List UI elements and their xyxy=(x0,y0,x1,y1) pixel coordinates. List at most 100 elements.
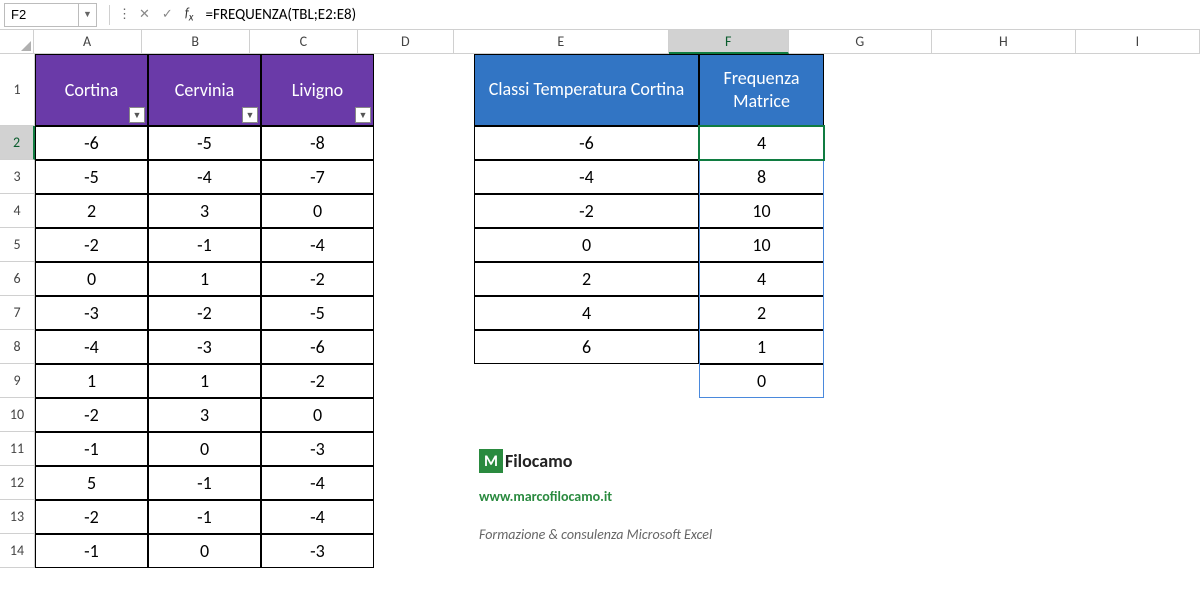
table-cell[interactable]: -2 xyxy=(261,364,374,398)
table-cell[interactable]: 0 xyxy=(148,432,261,466)
table-cell[interactable]: -5 xyxy=(35,160,148,194)
table-cell[interactable]: 5 xyxy=(35,466,148,500)
brand-url: www.marcofilocamo.it xyxy=(479,488,612,505)
row-header-2[interactable]: 2 xyxy=(0,126,35,160)
table-cell[interactable]: -2 xyxy=(474,194,699,228)
row-header-9[interactable]: 9 xyxy=(0,364,35,398)
table-cell[interactable]: -3 xyxy=(35,296,148,330)
table-cell[interactable]: 1 xyxy=(35,364,148,398)
table-cell[interactable]: 2 xyxy=(35,194,148,228)
table-cell[interactable]: 4 xyxy=(699,262,824,296)
table-cell[interactable]: 2 xyxy=(699,296,824,330)
row-header-5[interactable]: 5 xyxy=(0,228,35,262)
table-cell[interactable]: 0 xyxy=(261,398,374,432)
table-cell[interactable]: -2 xyxy=(261,262,374,296)
table-cell[interactable]: -1 xyxy=(148,228,261,262)
table-cell[interactable]: -4 xyxy=(261,228,374,262)
filter-dropdown-icon[interactable]: ▼ xyxy=(242,107,258,123)
table-cell[interactable]: -4 xyxy=(261,466,374,500)
table-cell[interactable]: 1 xyxy=(699,330,824,364)
row-header-8[interactable]: 8 xyxy=(0,330,35,364)
name-box[interactable] xyxy=(4,3,79,27)
col-header-G[interactable]: G xyxy=(789,30,933,54)
table-cell[interactable]: 0 xyxy=(699,364,824,398)
table-cell[interactable]: -2 xyxy=(35,228,148,262)
table-cell[interactable]: -2 xyxy=(35,398,148,432)
row-header-14[interactable]: 14 xyxy=(0,534,35,568)
table-cell[interactable]: 0 xyxy=(261,194,374,228)
row-header-3[interactable]: 3 xyxy=(0,160,35,194)
header-classi-temperatura[interactable]: Classi Temperatura Cortina xyxy=(474,54,699,126)
table-cell[interactable]: 1 xyxy=(148,262,261,296)
table-cell[interactable]: -6 xyxy=(35,126,148,160)
separator xyxy=(109,5,110,25)
row-header-12[interactable]: 12 xyxy=(0,466,35,500)
header-label: Cortina xyxy=(65,79,118,101)
formula-input[interactable] xyxy=(199,3,1196,27)
col-header-H[interactable]: H xyxy=(932,30,1076,54)
col-header-B[interactable]: B xyxy=(142,30,250,54)
cell-area[interactable]: Cortina ▼ Cervinia ▼ Livigno ▼ Classi Te… xyxy=(35,54,1200,568)
table-cell[interactable]: 0 xyxy=(35,262,148,296)
row-header-6[interactable]: 6 xyxy=(0,262,35,296)
cancel-icon[interactable]: ✕ xyxy=(133,7,156,22)
table-cell[interactable]: -4 xyxy=(35,330,148,364)
table-cell[interactable]: -1 xyxy=(148,466,261,500)
col-header-A[interactable]: A xyxy=(34,30,142,54)
table-cell[interactable]: -4 xyxy=(261,500,374,534)
header-frequenza-matrice[interactable]: Frequenza Matrice xyxy=(699,54,824,126)
table-cell[interactable]: 6 xyxy=(474,330,699,364)
filter-dropdown-icon[interactable]: ▼ xyxy=(355,107,371,123)
brand-logo-icon: M xyxy=(479,449,503,473)
table-cell[interactable]: -7 xyxy=(261,160,374,194)
table-cell[interactable]: 0 xyxy=(474,228,699,262)
table-cell[interactable]: 0 xyxy=(148,534,261,568)
formula-menu-icon[interactable]: ⋮ xyxy=(116,7,133,22)
row-header-1[interactable]: 1 xyxy=(0,54,35,126)
table-cell[interactable]: 2 xyxy=(474,262,699,296)
col-header-F[interactable]: F xyxy=(669,30,789,54)
table-cell[interactable]: -8 xyxy=(261,126,374,160)
col-header-I[interactable]: I xyxy=(1076,30,1200,54)
col-header-E[interactable]: E xyxy=(454,30,669,54)
table-cell[interactable]: -2 xyxy=(148,296,261,330)
table-cell[interactable]: -4 xyxy=(148,160,261,194)
header-cortina[interactable]: Cortina ▼ xyxy=(35,54,148,126)
name-box-dropdown[interactable]: ▼ xyxy=(79,3,97,27)
row-header-7[interactable]: 7 xyxy=(0,296,35,330)
table-cell[interactable]: -6 xyxy=(261,330,374,364)
fx-icon[interactable]: fx xyxy=(179,6,200,24)
table-cell[interactable]: -1 xyxy=(148,500,261,534)
table-cell[interactable]: 1 xyxy=(148,364,261,398)
col-header-D[interactable]: D xyxy=(358,30,454,54)
table-cell[interactable]: -3 xyxy=(148,330,261,364)
row-header-11[interactable]: 11 xyxy=(0,432,35,466)
filter-dropdown-icon[interactable]: ▼ xyxy=(129,107,145,123)
table-cell[interactable]: 4 xyxy=(474,296,699,330)
table-cell[interactable]: 3 xyxy=(148,194,261,228)
table-cell[interactable]: -2 xyxy=(35,500,148,534)
row-header-13[interactable]: 13 xyxy=(0,500,35,534)
table-cell[interactable]: -3 xyxy=(261,432,374,466)
row-header-4[interactable]: 4 xyxy=(0,194,35,228)
table-cell[interactable]: 3 xyxy=(148,398,261,432)
table-cell[interactable]: 8 xyxy=(699,160,824,194)
header-livigno[interactable]: Livigno ▼ xyxy=(261,54,374,126)
table-cell[interactable]: -5 xyxy=(261,296,374,330)
select-all-corner[interactable] xyxy=(0,30,34,54)
table-cell[interactable]: 10 xyxy=(699,228,824,262)
table-cell[interactable]: -1 xyxy=(35,534,148,568)
col-header-C[interactable]: C xyxy=(250,30,358,54)
table-cell[interactable]: -1 xyxy=(35,432,148,466)
table-cell[interactable]: 10 xyxy=(699,194,824,228)
row-header-10[interactable]: 10 xyxy=(0,398,35,432)
table-cell[interactable]: -6 xyxy=(474,126,699,160)
table-cell[interactable]: -4 xyxy=(474,160,699,194)
confirm-icon[interactable]: ✓ xyxy=(156,7,179,22)
active-cell[interactable]: 4 xyxy=(699,126,824,160)
table-cell[interactable]: -3 xyxy=(261,534,374,568)
brand-logo-text: Filocamo xyxy=(505,450,572,472)
row-headers: 1 2 3 4 5 6 7 8 9 10 11 12 13 14 xyxy=(0,54,35,568)
header-cervinia[interactable]: Cervinia ▼ xyxy=(148,54,261,126)
table-cell[interactable]: -5 xyxy=(148,126,261,160)
